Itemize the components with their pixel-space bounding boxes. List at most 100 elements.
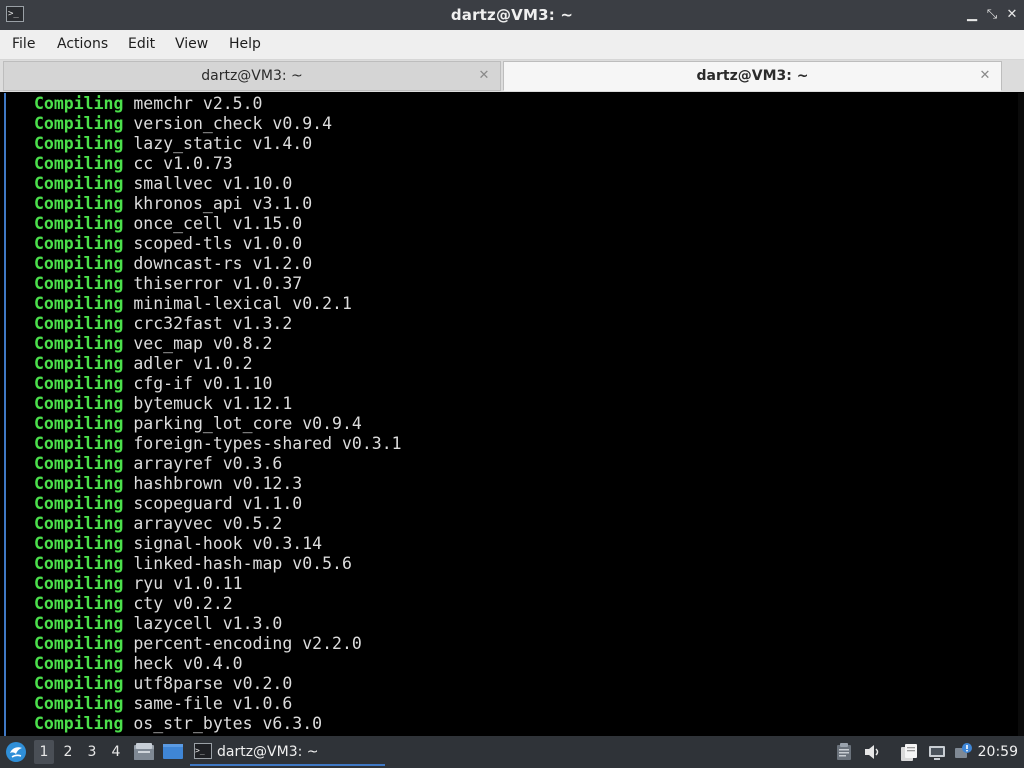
close-window-button[interactable]: ✕: [1002, 5, 1022, 25]
status-keyword: Compiling: [34, 294, 124, 313]
status-keyword: Compiling: [34, 434, 124, 453]
crate-name-version: downcast-rs v1.2.0: [133, 254, 313, 273]
terminal-focus-indicator: [4, 93, 6, 736]
tab-label: dartz@VM3: ~: [696, 68, 809, 84]
status-keyword: Compiling: [34, 234, 124, 253]
tray-network[interactable]: [927, 742, 947, 762]
terminal-line: Compiling downcast-rs v1.2.0: [34, 254, 402, 274]
menu-file[interactable]: File: [12, 30, 35, 59]
status-keyword: Compiling: [34, 194, 124, 213]
terminal-line: Compiling linked-hash-map v0.5.6: [34, 554, 402, 574]
crate-name-version: ryu v1.0.11: [133, 574, 243, 593]
terminal-line: Compiling thiserror v1.0.37: [34, 274, 402, 294]
workspace-3[interactable]: 3: [82, 740, 102, 764]
terminal-line: Compiling cty v0.2.2: [34, 594, 402, 614]
restore-icon: ⤡: [986, 7, 998, 22]
terminal-view[interactable]: Compiling memchr v2.5.0 Compiling version…: [0, 93, 1024, 736]
terminal-line: Compiling lazycell v1.3.0: [34, 614, 402, 634]
terminal-line: Compiling ryu v1.0.11: [34, 574, 402, 594]
crate-name-version: hashbrown v0.12.3: [133, 474, 303, 493]
workspace-1[interactable]: 1: [34, 740, 54, 764]
crate-name-version: lazy_static v1.4.0: [133, 134, 313, 153]
terminal-line: Compiling vec_map v0.8.2: [34, 334, 402, 354]
status-keyword: Compiling: [34, 154, 124, 173]
clock[interactable]: 20:59: [978, 736, 1018, 768]
crate-name-version: smallvec v1.10.0: [133, 174, 293, 193]
tray-updates[interactable]: [953, 742, 973, 762]
tray-volume[interactable]: [862, 742, 882, 762]
status-keyword: Compiling: [34, 314, 124, 333]
terminal-line: Compiling adler v1.0.2: [34, 354, 402, 374]
menu-view[interactable]: View: [175, 30, 208, 59]
tab-terminal-1[interactable]: dartz@VM3: ~ ✕: [3, 61, 501, 91]
crate-name-version: scopeguard v1.1.0: [133, 494, 303, 513]
tray-notes[interactable]: [899, 742, 919, 762]
terminal-line: Compiling same-file v1.0.6: [34, 694, 402, 714]
terminal-line: Compiling lazy_static v1.4.0: [34, 134, 402, 154]
status-keyword: Compiling: [34, 174, 124, 193]
task-label: dartz@VM3: ~: [217, 744, 319, 760]
start-menu-button[interactable]: [4, 740, 28, 764]
crate-name-version: arrayref v0.3.6: [133, 454, 283, 473]
status-keyword: Compiling: [34, 514, 124, 533]
network-icon: [929, 746, 945, 760]
volume-icon: [865, 745, 879, 759]
crate-name-version: os_str_bytes v6.3.0: [133, 714, 323, 733]
menu-edit[interactable]: Edit: [128, 30, 155, 59]
status-keyword: Compiling: [34, 574, 124, 593]
taskbar: 1 2 3 4 >_ dartz@VM3: ~ 20:59: [0, 736, 1024, 768]
maximize-button[interactable]: ⤡: [982, 5, 1002, 25]
window-titlebar[interactable]: >_ dartz@VM3: ~ ▁ ⤡ ✕: [0, 0, 1024, 30]
status-keyword: Compiling: [34, 474, 124, 493]
tab-close-icon[interactable]: ✕: [476, 68, 492, 84]
status-keyword: Compiling: [34, 534, 124, 553]
status-keyword: Compiling: [34, 554, 124, 573]
tab-terminal-2[interactable]: dartz@VM3: ~ ✕: [503, 61, 1002, 91]
crate-name-version: memchr v2.5.0: [133, 94, 263, 113]
taskbar-task-terminal[interactable]: >_ dartz@VM3: ~: [190, 738, 385, 766]
terminal-line: Compiling crc32fast v1.3.2: [34, 314, 402, 334]
status-keyword: Compiling: [34, 94, 124, 113]
status-keyword: Compiling: [34, 494, 124, 513]
status-keyword: Compiling: [34, 594, 124, 613]
menu-actions[interactable]: Actions: [57, 30, 108, 59]
status-keyword: Compiling: [34, 674, 124, 693]
crate-name-version: same-file v1.0.6: [133, 694, 293, 713]
minimize-button[interactable]: ▁: [962, 5, 982, 25]
terminal-line: Compiling bytemuck v1.12.1: [34, 394, 402, 414]
crate-name-version: vec_map v0.8.2: [133, 334, 273, 353]
crate-name-version: bytemuck v1.12.1: [133, 394, 293, 413]
crate-name-version: linked-hash-map v0.5.6: [133, 554, 352, 573]
terminal-icon: >_: [194, 743, 212, 759]
file-manager-launcher[interactable]: [133, 742, 155, 762]
terminal-line: Compiling hashbrown v0.12.3: [34, 474, 402, 494]
status-keyword: Compiling: [34, 414, 124, 433]
crate-name-version: minimal-lexical v0.2.1: [133, 294, 352, 313]
status-keyword: Compiling: [34, 694, 124, 713]
crate-name-version: utf8parse v0.2.0: [133, 674, 293, 693]
workspace-2[interactable]: 2: [58, 740, 78, 764]
menu-help[interactable]: Help: [229, 30, 261, 59]
workspace-4[interactable]: 4: [106, 740, 126, 764]
terminal-scrollbar[interactable]: [1018, 93, 1024, 736]
show-desktop-launcher[interactable]: [162, 742, 184, 762]
crate-name-version: scoped-tls v1.0.0: [133, 234, 303, 253]
clipboard-icon: [837, 743, 851, 760]
crate-name-version: cty v0.2.2: [133, 594, 233, 613]
terminal-line: Compiling parking_lot_core v0.9.4: [34, 414, 402, 434]
tab-close-icon[interactable]: ✕: [977, 68, 993, 84]
status-keyword: Compiling: [34, 614, 124, 633]
crate-name-version: foreign-types-shared v0.3.1: [133, 434, 402, 453]
status-keyword: Compiling: [34, 654, 124, 673]
terminal-line: Compiling arrayref v0.3.6: [34, 454, 402, 474]
terminal-line: Compiling smallvec v1.10.0: [34, 174, 402, 194]
terminal-line: Compiling heck v0.4.0: [34, 654, 402, 674]
desktop: >_ dartz@VM3: ~ ▁ ⤡ ✕ File Actions Edit …: [0, 0, 1024, 768]
tray-clipboard[interactable]: [834, 742, 854, 762]
crate-name-version: arrayvec v0.5.2: [133, 514, 283, 533]
terminal-line: Compiling khronos_api v3.1.0: [34, 194, 402, 214]
crate-name-version: signal-hook v0.3.14: [133, 534, 323, 553]
terminal-line: Compiling cc v1.0.73: [34, 154, 402, 174]
status-keyword: Compiling: [34, 394, 124, 413]
window-title: dartz@VM3: ~: [450, 6, 574, 24]
